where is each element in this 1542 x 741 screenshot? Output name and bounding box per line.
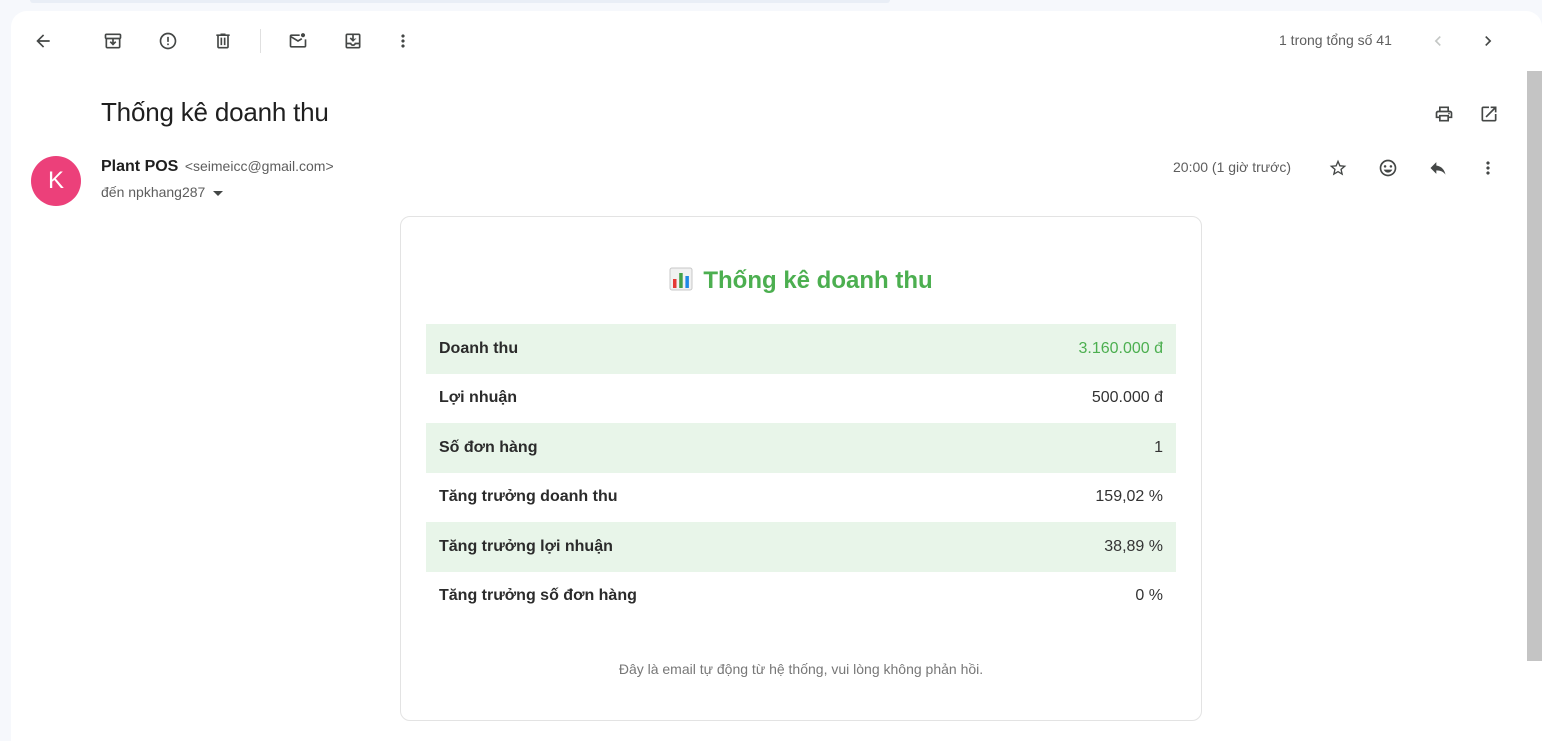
email-body-title: Thống kê doanh thu (401, 267, 1201, 295)
stat-value: 500.000 đ (1091, 389, 1163, 407)
stat-value: 0 % (1135, 587, 1163, 605)
table-row: Lợi nhuận 500.000 đ (426, 374, 1176, 424)
emoji-icon (1379, 159, 1397, 177)
open-new-window-button[interactable] (1471, 96, 1507, 132)
older-button[interactable] (1420, 23, 1456, 59)
message-more-button[interactable] (1470, 150, 1506, 186)
star-button[interactable] (1320, 150, 1356, 186)
stat-label: Tăng trưởng lợi nhuận (426, 522, 929, 572)
stat-value: 38,89 % (928, 522, 1176, 572)
message-subject: Thống kê doanh thu (101, 97, 329, 127)
scrollbar-thumb[interactable] (1527, 71, 1542, 661)
report-spam-icon (159, 32, 177, 50)
stat-label: Lợi nhuận (439, 389, 518, 407)
table-row: Doanh thu 3.160.000 đ (426, 324, 1176, 374)
archive-button[interactable] (95, 23, 131, 59)
table-row: Tăng trưởng số đơn hàng 0 % (426, 572, 1176, 622)
delete-button[interactable] (205, 23, 241, 59)
chevron-right-icon (1485, 36, 1492, 46)
recipient-details-toggle[interactable]: đến npkhang287 (101, 184, 224, 200)
reply-button[interactable] (1420, 150, 1456, 186)
chevron-left-icon (1434, 36, 1441, 46)
report-spam-button[interactable] (150, 23, 186, 59)
stat-value: 3.160.000 đ (928, 324, 1176, 374)
chart-emoji-icon (669, 267, 693, 291)
add-reaction-button[interactable] (1370, 150, 1406, 186)
sender-avatar[interactable]: K (31, 156, 81, 206)
stats-table: Doanh thu 3.160.000 đ Lợi nhuận 500.000 … (426, 324, 1176, 621)
recipient-text: đến npkhang287 (101, 184, 206, 200)
stat-value: 159,02 % (1095, 488, 1163, 506)
table-row: Tăng trưởng doanh thu 159,02 % (426, 473, 1176, 523)
pager-text: 1 trong tổng số 41 (1279, 32, 1392, 48)
email-body-title-text: Thống kê doanh thu (703, 267, 933, 294)
stat-label: Doanh thu (426, 324, 929, 374)
email-body-card: Thống kê doanh thu Doanh thu 3.160.000 đ… (400, 216, 1202, 721)
more-vert-icon (1486, 161, 1490, 175)
stat-value: 1 (928, 423, 1176, 473)
message-time: 20:00 (1 giờ trước) (1173, 159, 1291, 175)
table-row: Tăng trưởng lợi nhuận 38,89 % (426, 522, 1176, 572)
back-button[interactable] (25, 23, 61, 59)
archive-icon (104, 33, 122, 49)
message-toolbar: 1 trong tổng số 41 (11, 11, 1542, 71)
more-vert-icon (401, 34, 405, 48)
print-icon (1435, 106, 1453, 122)
reply-icon (1430, 162, 1446, 175)
stat-label: Tăng trưởng doanh thu (439, 488, 618, 506)
delete-icon (216, 33, 230, 49)
auto-email-footer: Đây là email tự động từ hệ thống, vui lò… (618, 661, 984, 677)
mark-unread-button[interactable] (280, 23, 316, 59)
back-icon (36, 34, 50, 48)
more-options-button[interactable] (385, 23, 421, 59)
table-row: Số đơn hàng 1 (426, 423, 1176, 473)
newer-button[interactable] (1470, 23, 1506, 59)
move-to-icon (345, 33, 361, 49)
search-bar-edge (30, 0, 890, 3)
mark-unread-icon (289, 33, 307, 48)
stat-label: Số đơn hàng (426, 423, 929, 473)
sender-info: Plant POS <seimeicc@gmail.com> (101, 158, 334, 176)
caret-down-icon (213, 190, 224, 196)
sender-name[interactable]: Plant POS (101, 158, 178, 175)
message-pane: 1 trong tổng số 41 Thống kê doanh thu K … (11, 11, 1542, 741)
toolbar-divider (260, 29, 261, 53)
stat-label: Tăng trưởng số đơn hàng (439, 587, 637, 605)
print-button[interactable] (1426, 96, 1462, 132)
move-to-button[interactable] (335, 23, 371, 59)
star-icon (1329, 159, 1347, 176)
open-in-new-icon (1481, 106, 1497, 122)
sender-email: <seimeicc@gmail.com> (184, 158, 334, 174)
